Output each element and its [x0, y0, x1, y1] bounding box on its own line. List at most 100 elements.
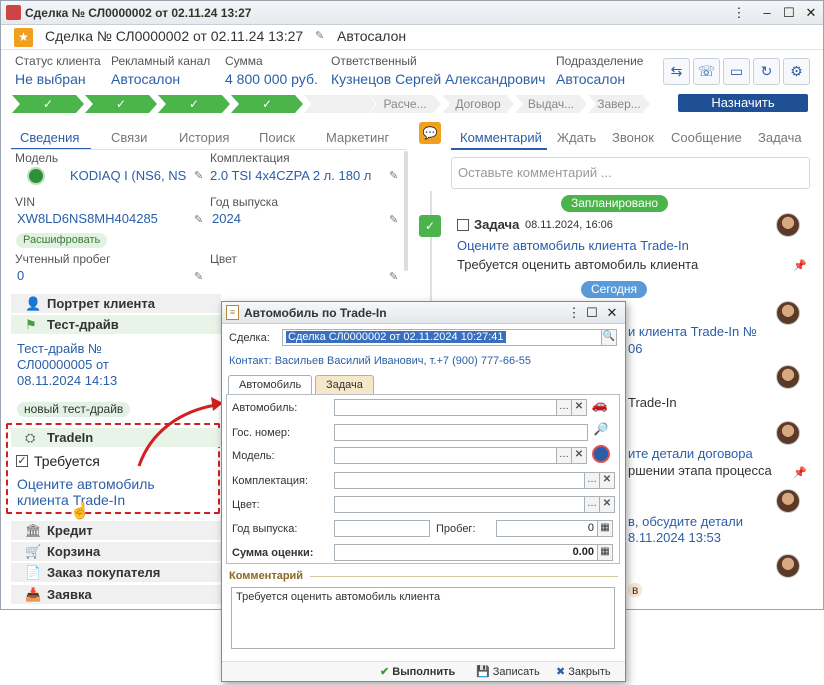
vin-value[interactable]: XW8LD6NS8MH404285: [17, 211, 158, 226]
status-value[interactable]: Не выбран: [15, 71, 86, 87]
stage-done-2[interactable]: ✓: [85, 95, 157, 113]
stage-delivery[interactable]: Выдач...: [515, 95, 587, 113]
model-clear-icon[interactable]: ✕: [571, 447, 587, 464]
stage-finish[interactable]: Завер...: [588, 95, 650, 113]
tab-info[interactable]: Сведения: [20, 130, 79, 145]
dialog-maximize-icon[interactable]: ☐: [584, 305, 600, 321]
mileage-value[interactable]: 0: [17, 268, 24, 283]
deal-search-icon[interactable]: 🔍: [601, 329, 617, 346]
year-value[interactable]: 2024: [212, 211, 241, 226]
tab-task[interactable]: Задача: [758, 130, 802, 145]
edit-icon[interactable]: ✎: [315, 29, 324, 42]
channel-value[interactable]: Автосалон: [111, 71, 180, 87]
tab-call[interactable]: Звонок: [612, 130, 654, 145]
model-edit-icon[interactable]: ✎: [194, 169, 203, 182]
required-checkbox[interactable]: ✓: [16, 455, 28, 467]
vin-edit-icon[interactable]: ✎: [194, 213, 203, 226]
stage-done-4[interactable]: ✓: [231, 95, 303, 113]
timeline-item-3[interactable]: ите детали договора: [628, 446, 753, 461]
section-cart[interactable]: 🛒 Корзина: [11, 542, 221, 561]
refresh-icon[interactable]: ↻: [753, 58, 780, 85]
tab-history[interactable]: История: [179, 130, 229, 145]
section-portrait[interactable]: 👤 Портрет клиента: [11, 294, 221, 313]
complectation-choose-icon[interactable]: …: [584, 472, 600, 489]
stage-done-3[interactable]: ✓: [158, 95, 230, 113]
scrollbar[interactable]: [404, 151, 408, 271]
complectation-clear-icon[interactable]: ✕: [599, 472, 615, 489]
tab-wait[interactable]: Ждать: [557, 130, 596, 145]
tab-message[interactable]: Сообщение: [671, 130, 742, 145]
tab-marketing[interactable]: Маркетинг: [326, 130, 389, 145]
complectation-edit-icon[interactable]: ✎: [389, 169, 398, 182]
stage-calc[interactable]: Расче...: [369, 95, 441, 113]
section-testdrive[interactable]: ⚑ Тест-драйв: [11, 315, 221, 334]
deal-field[interactable]: Сделка СЛ0000002 от 02.11.2024 10:27:41: [282, 329, 602, 346]
message-icon[interactable]: ▭: [723, 58, 750, 85]
mileage-edit-icon[interactable]: ✎: [194, 270, 203, 283]
timeline-item-4b[interactable]: 8.11.2024 13:53: [628, 530, 721, 545]
dialog-more-icon[interactable]: ⋮: [566, 305, 582, 321]
close-icon[interactable]: ✕: [803, 5, 819, 21]
comment-input[interactable]: Оставьте комментарий ...: [451, 157, 810, 189]
dialog-tab-task[interactable]: Задача: [315, 375, 374, 395]
task-link[interactable]: Оцените автомобиль клиента Trade-In: [457, 238, 689, 253]
stage-done-1[interactable]: ✓: [12, 95, 84, 113]
stage-contract[interactable]: Договор: [442, 95, 514, 113]
complectation-field[interactable]: [334, 472, 585, 489]
comment-type-icon[interactable]: 💬: [419, 122, 441, 144]
pin-icon[interactable]: 📌: [793, 466, 807, 479]
sum-calc-icon[interactable]: ▦: [597, 544, 613, 561]
tradein-task-link[interactable]: Оцените автомобиль клиента Trade-In: [17, 476, 177, 508]
mileage-calc-icon[interactable]: ▦: [597, 520, 613, 537]
mileage-field[interactable]: 0: [496, 520, 598, 537]
model-value[interactable]: KODIAQ I (NS6, NS: [70, 168, 186, 183]
dialog-tab-car[interactable]: Автомобиль: [228, 375, 313, 395]
model-choose-icon[interactable]: …: [556, 447, 572, 464]
gear-icon[interactable]: ⚙: [783, 58, 810, 85]
assign-button[interactable]: Назначить: [678, 94, 808, 112]
dialog-close-icon[interactable]: ✕: [604, 305, 620, 321]
phone-icon[interactable]: ☏: [693, 58, 720, 85]
minimize-icon[interactable]: –: [759, 5, 775, 21]
execute-button[interactable]: ✔ Выполнить: [380, 665, 455, 678]
pin-icon[interactable]: 📌: [793, 259, 807, 272]
plate-lookup-icon[interactable]: 🔎: [592, 422, 610, 440]
sum-field[interactable]: 0.00: [334, 544, 598, 561]
section-credit[interactable]: 🏛 Кредит: [11, 521, 221, 540]
new-testdrive-button[interactable]: новый тест-драйв: [17, 402, 131, 417]
department-value[interactable]: Автосалон: [556, 71, 625, 87]
color-field[interactable]: [334, 496, 585, 513]
car-clear-icon[interactable]: ✕: [571, 399, 587, 416]
timeline-item-1b[interactable]: 06: [628, 341, 642, 356]
section-request[interactable]: 📥 Заявка: [11, 585, 221, 604]
tab-links[interactable]: Связи: [111, 130, 147, 145]
more-icon[interactable]: ⋮: [731, 5, 747, 21]
maximize-icon[interactable]: ☐: [781, 5, 797, 21]
tab-comment[interactable]: Комментарий: [460, 130, 542, 145]
testdrive-link[interactable]: Тест-драйв № СЛ00000005 от 08.11.2024 14…: [17, 341, 167, 389]
timeline-item-4[interactable]: в, обсудите детали: [628, 514, 743, 529]
year-field[interactable]: [334, 520, 430, 537]
complectation-value[interactable]: 2.0 TSI 4x4CZPA 2 л. 180 л: [210, 168, 371, 183]
color-clear-icon[interactable]: ✕: [599, 496, 615, 513]
task-checkbox[interactable]: [457, 219, 469, 231]
car-choose-icon[interactable]: …: [556, 399, 572, 416]
call-transfer-icon[interactable]: ⇆: [663, 58, 690, 85]
star-icon[interactable]: ★: [14, 28, 33, 47]
color-choose-icon[interactable]: …: [584, 496, 600, 513]
sum-value[interactable]: 4 800 000 руб.: [225, 71, 318, 87]
car-field[interactable]: [334, 399, 557, 416]
model-field[interactable]: [334, 447, 557, 464]
tab-search[interactable]: Поиск: [259, 130, 295, 145]
responsible-value[interactable]: Кузнецов Сергей Александрович: [331, 71, 545, 87]
stage-current[interactable]: [304, 95, 376, 113]
car-add-icon[interactable]: 🚗: [590, 397, 610, 415]
model-catalog-icon[interactable]: [592, 445, 610, 463]
close-button[interactable]: ✖ Закрыть: [556, 665, 611, 678]
plate-field[interactable]: [334, 424, 588, 441]
comment-textarea[interactable]: Требуется оценить автомобиль клиента: [231, 587, 615, 649]
year-edit-icon[interactable]: ✎: [389, 213, 398, 226]
timeline-item-1[interactable]: и клиента Trade-In №: [628, 324, 757, 339]
decode-button[interactable]: Расшифровать: [16, 233, 108, 248]
section-order[interactable]: 📄 Заказ покупателя: [11, 563, 221, 582]
